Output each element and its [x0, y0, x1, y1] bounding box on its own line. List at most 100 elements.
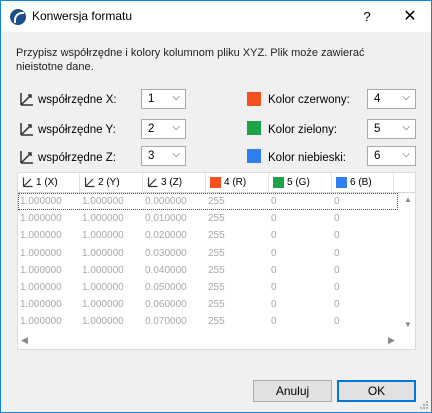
column-header-r[interactable]: 4 (R): [206, 173, 269, 192]
green-color-swatch: [247, 121, 261, 135]
table-cell: 0: [271, 282, 277, 293]
table-cell: 1.000000: [20, 196, 62, 207]
table-cell: 0: [271, 316, 277, 328]
table-cell: 1.000000: [82, 264, 124, 276]
column-header-label: 6 (B): [350, 177, 372, 188]
table-row[interactable]: 1.000000 1.000000 0.060000 255 0 0: [18, 296, 398, 313]
table-cell: 0: [271, 264, 277, 276]
z-coordinate-label: współrzędne Z:: [38, 152, 116, 164]
table-cell: 1.000000: [82, 299, 124, 311]
y-coordinate-select[interactable]: 2 ⌵: [141, 119, 186, 139]
column-header-g[interactable]: 5 (G): [269, 173, 332, 192]
table-cell: 0: [271, 230, 277, 242]
chevron-down-icon: ⌵: [402, 92, 410, 103]
z-coordinate-value: 3: [148, 150, 155, 162]
green-color-swatch: [273, 177, 284, 188]
table-cell: 1.000000: [20, 213, 62, 225]
table-cell: 0: [334, 316, 340, 328]
red-color-select[interactable]: 4 ⌵: [367, 89, 416, 109]
axis-y-icon: [20, 123, 33, 136]
table-cell: 1.000000: [82, 213, 124, 225]
title-bar: Konwersja formatu ? ✕: [1, 1, 431, 32]
scroll-right-icon[interactable]: ▶: [388, 335, 395, 346]
table-cell: 1.000000: [20, 299, 62, 311]
table-row[interactable]: 1.000000 1.000000 0.040000 255 0 0: [18, 262, 398, 279]
x-coordinate-label: współrzędne X:: [38, 94, 117, 106]
format-conversion-dialog: Konwersja formatu ? ✕ Przypisz współrzęd…: [0, 0, 432, 413]
table-cell: 255: [208, 316, 225, 328]
table-cell: 0.030000: [145, 247, 187, 259]
blue-color-swatch: [336, 177, 347, 188]
red-color-swatch: [210, 177, 221, 188]
axis-y-icon: [84, 177, 95, 188]
scroll-left-icon[interactable]: ◀: [21, 335, 28, 346]
x-coordinate-select[interactable]: 1 ⌵: [141, 89, 186, 109]
table-cell: 255: [208, 282, 225, 293]
column-header-label: 2 (Y): [98, 177, 120, 188]
y-coordinate-value: 2: [148, 123, 155, 135]
table-row[interactable]: 1.000000 1.000000 0.030000 255 0 0: [18, 245, 398, 262]
column-header-b[interactable]: 6 (B): [332, 173, 394, 192]
blue-color-select[interactable]: 6 ⌵: [367, 146, 416, 166]
horizontal-scrollbar[interactable]: ◀ ▶: [18, 332, 415, 349]
window-title: Konwersja formatu: [32, 9, 133, 23]
close-button[interactable]: ✕: [395, 1, 425, 32]
description-text: Przypisz współrzędne i kolory kolumnom p…: [16, 47, 365, 73]
scroll-up-icon[interactable]: ▲: [404, 195, 412, 204]
help-button[interactable]: ?: [355, 1, 379, 32]
column-header-label: 5 (G): [287, 177, 310, 188]
x-coordinate-value: 1: [148, 93, 155, 105]
table-row[interactable]: 1.000000 1.000000 0.010000 255 0 0: [18, 210, 398, 227]
vertical-scrollbar[interactable]: ▲ ▼: [402, 192, 415, 332]
table-cell: 0: [334, 247, 340, 259]
column-header-label: 3 (Z): [161, 177, 183, 188]
table-cell: 0: [334, 264, 340, 276]
table-cell: 1.000000: [20, 230, 62, 242]
green-color-value: 5: [374, 123, 381, 135]
table-row[interactable]: 1.000000 1.000000 0.000000 255 0 0: [18, 193, 398, 210]
cancel-button[interactable]: Anuluj: [253, 380, 332, 402]
table-cell: 1.000000: [82, 282, 124, 293]
chevron-down-icon: ⌵: [402, 149, 410, 160]
scroll-down-icon[interactable]: ▼: [404, 320, 412, 329]
z-coordinate-select[interactable]: 3 ⌵: [141, 146, 186, 166]
table-cell: 0: [271, 196, 277, 207]
column-header-z[interactable]: 3 (Z): [143, 173, 206, 192]
table-cell: 0: [334, 230, 340, 242]
table-cell: 0.050000: [145, 282, 187, 293]
table-cell: 255: [208, 247, 225, 259]
column-header-y[interactable]: 2 (Y): [80, 173, 143, 192]
table-cell: 1.000000: [20, 316, 62, 328]
table-cell: 0: [334, 282, 340, 293]
table-cell: 0: [271, 213, 277, 225]
table-cell: 1.000000: [82, 196, 124, 207]
table-cell: 255: [208, 299, 225, 311]
column-header-x[interactable]: 1 (X): [18, 173, 80, 192]
table-cell: 0: [334, 196, 340, 207]
green-color-select[interactable]: 5 ⌵: [367, 119, 416, 139]
table-cell: 0.010000: [145, 213, 187, 225]
table-row[interactable]: 1.000000 1.000000 0.020000 255 0 0: [18, 227, 398, 244]
table-row[interactable]: 1.000000 1.000000 0.070000 255 0 0: [18, 313, 398, 330]
blue-color-value: 6: [374, 150, 381, 162]
table-row[interactable]: 1.000000 1.000000 0.050000 255 0 0: [18, 279, 398, 296]
table-cell: 0.060000: [145, 299, 187, 311]
table-cell: 255: [208, 230, 225, 242]
blue-color-label: Kolor niebieski:: [268, 152, 346, 164]
table-cell: 1.000000: [20, 247, 62, 259]
axis-x-icon: [20, 93, 33, 106]
table-cell: 255: [208, 213, 225, 225]
column-header-label: 1 (X): [36, 177, 58, 188]
chevron-down-icon: ⌵: [172, 92, 180, 103]
axis-z-icon: [20, 151, 33, 164]
preview-table[interactable]: 1 (X) 2 (Y) 3 (Z) 4 (R) 5 (G) 6 (B) 1.00…: [17, 172, 416, 350]
resize-grip-icon[interactable]: [419, 400, 429, 410]
table-header: 1 (X) 2 (Y) 3 (Z) 4 (R) 5 (G) 6 (B): [18, 173, 415, 193]
table-cell: 1.000000: [20, 264, 62, 276]
chevron-down-icon: ⌵: [172, 122, 180, 133]
chevron-down-icon: ⌵: [172, 149, 180, 160]
y-coordinate-label: współrzędne Y:: [38, 124, 116, 136]
table-cell: 1.000000: [82, 230, 124, 242]
ok-button[interactable]: OK: [337, 380, 416, 402]
red-color-label: Kolor czerwony:: [268, 94, 350, 106]
